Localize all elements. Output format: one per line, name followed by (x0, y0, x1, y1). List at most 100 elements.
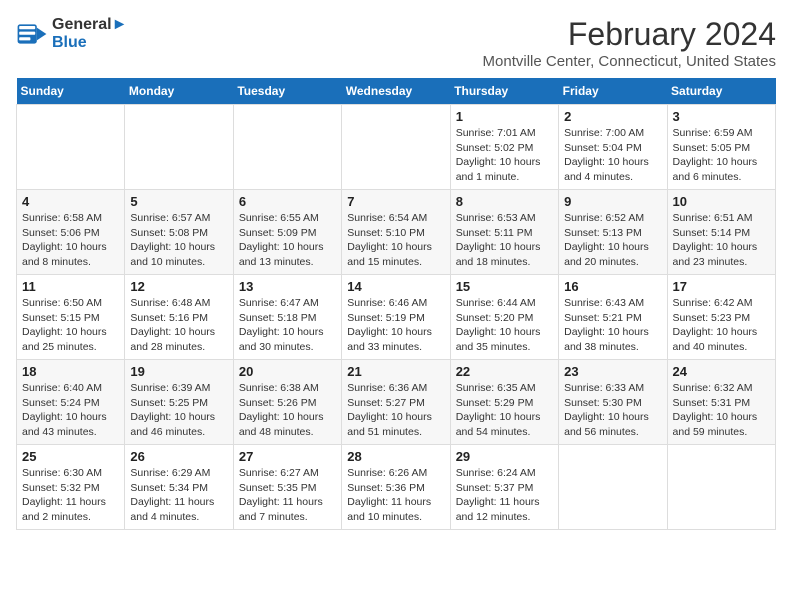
calendar-week-row: 4Sunrise: 6:58 AM Sunset: 5:06 PM Daylig… (17, 190, 776, 275)
calendar-cell: 3 Sunrise: 6:59 AM Sunset: 5:05 PM Daylig… (667, 105, 775, 190)
day-number: 27 (239, 449, 336, 464)
day-detail: Sunrise: 7:00 AM Sunset: 5:04 PM Dayligh… (564, 126, 661, 185)
day-detail: Sunrise: 6:32 AM Sunset: 5:31 PM Dayligh… (673, 381, 770, 440)
day-number: 10 (673, 194, 770, 209)
day-detail: Sunrise: 6:46 AM Sunset: 5:19 PM Dayligh… (347, 296, 444, 355)
day-number: 23 (564, 364, 661, 379)
day-detail: Sunrise: 6:59 AM Sunset: 5:05 PM Dayligh… (673, 126, 770, 185)
calendar-week-row: 18 Sunrise: 6:40 AM Sunset: 5:24 PM Dayli… (17, 360, 776, 445)
calendar-cell (559, 445, 667, 530)
calendar-week-row: 11Sunrise: 6:50 AM Sunset: 5:15 PM Dayli… (17, 275, 776, 360)
calendar-cell: 2 Sunrise: 7:00 AM Sunset: 5:04 PM Daylig… (559, 105, 667, 190)
calendar-cell: 19 Sunrise: 6:39 AM Sunset: 5:25 PM Dayli… (125, 360, 233, 445)
day-number: 5 (130, 194, 227, 209)
day-number: 8 (456, 194, 553, 209)
calendar-cell: 11Sunrise: 6:50 AM Sunset: 5:15 PM Dayli… (17, 275, 125, 360)
calendar-cell: 8 Sunrise: 6:53 AM Sunset: 5:11 PM Daylig… (450, 190, 558, 275)
day-number: 7 (347, 194, 444, 209)
day-detail: Sunrise: 6:38 AM Sunset: 5:26 PM Dayligh… (239, 381, 336, 440)
month-year-title: February 2024 (483, 16, 776, 53)
day-number: 26 (130, 449, 227, 464)
day-detail: Sunrise: 6:29 AM Sunset: 5:34 PM Dayligh… (130, 466, 227, 525)
day-detail: Sunrise: 6:54 AM Sunset: 5:10 PM Dayligh… (347, 211, 444, 270)
calendar-cell: 24 Sunrise: 6:32 AM Sunset: 5:31 PM Dayli… (667, 360, 775, 445)
day-number: 6 (239, 194, 336, 209)
weekday-header-saturday: Saturday (667, 78, 775, 105)
day-number: 3 (673, 109, 770, 124)
day-detail: Sunrise: 6:36 AM Sunset: 5:27 PM Dayligh… (347, 381, 444, 440)
calendar-cell: 23 Sunrise: 6:33 AM Sunset: 5:30 PM Dayli… (559, 360, 667, 445)
calendar-cell (233, 105, 341, 190)
weekday-header-tuesday: Tuesday (233, 78, 341, 105)
day-number: 15 (456, 279, 553, 294)
day-detail: Sunrise: 6:43 AM Sunset: 5:21 PM Dayligh… (564, 296, 661, 355)
day-detail: Sunrise: 6:39 AM Sunset: 5:25 PM Dayligh… (130, 381, 227, 440)
calendar-cell (17, 105, 125, 190)
day-detail: Sunrise: 6:55 AM Sunset: 5:09 PM Dayligh… (239, 211, 336, 270)
day-detail: Sunrise: 6:24 AM Sunset: 5:37 PM Dayligh… (456, 466, 553, 525)
calendar-cell: 26 Sunrise: 6:29 AM Sunset: 5:34 PM Dayli… (125, 445, 233, 530)
calendar-cell: 9 Sunrise: 6:52 AM Sunset: 5:13 PM Daylig… (559, 190, 667, 275)
day-detail: Sunrise: 6:40 AM Sunset: 5:24 PM Dayligh… (22, 381, 119, 440)
day-number: 14 (347, 279, 444, 294)
day-number: 13 (239, 279, 336, 294)
day-detail: Sunrise: 6:33 AM Sunset: 5:30 PM Dayligh… (564, 381, 661, 440)
location-subtitle: Montville Center, Connecticut, United St… (483, 53, 776, 70)
day-detail: Sunrise: 6:50 AM Sunset: 5:15 PM Dayligh… (22, 296, 119, 355)
day-detail: Sunrise: 6:48 AM Sunset: 5:16 PM Dayligh… (130, 296, 227, 355)
calendar-cell: 7 Sunrise: 6:54 AM Sunset: 5:10 PM Daylig… (342, 190, 450, 275)
calendar-week-row: 1Sunrise: 7:01 AM Sunset: 5:02 PM Daylig… (17, 105, 776, 190)
calendar-cell: 27 Sunrise: 6:27 AM Sunset: 5:35 PM Dayli… (233, 445, 341, 530)
day-detail: Sunrise: 7:01 AM Sunset: 5:02 PM Dayligh… (456, 126, 553, 185)
day-number: 17 (673, 279, 770, 294)
weekday-header-sunday: Sunday (17, 78, 125, 105)
weekday-header-row: SundayMondayTuesdayWednesdayThursdayFrid… (17, 78, 776, 105)
day-number: 24 (673, 364, 770, 379)
day-detail: Sunrise: 6:53 AM Sunset: 5:11 PM Dayligh… (456, 211, 553, 270)
day-number: 20 (239, 364, 336, 379)
calendar-cell (125, 105, 233, 190)
calendar-cell: 17 Sunrise: 6:42 AM Sunset: 5:23 PM Dayli… (667, 275, 775, 360)
day-detail: Sunrise: 6:51 AM Sunset: 5:14 PM Dayligh… (673, 211, 770, 270)
day-number: 25 (22, 449, 119, 464)
calendar-cell: 25 Sunrise: 6:30 AM Sunset: 5:32 PM Dayli… (17, 445, 125, 530)
day-detail: Sunrise: 6:47 AM Sunset: 5:18 PM Dayligh… (239, 296, 336, 355)
logo: General► Blue (16, 16, 127, 52)
calendar-cell: 6 Sunrise: 6:55 AM Sunset: 5:09 PM Daylig… (233, 190, 341, 275)
calendar-cell: 18 Sunrise: 6:40 AM Sunset: 5:24 PM Dayli… (17, 360, 125, 445)
weekday-header-friday: Friday (559, 78, 667, 105)
day-detail: Sunrise: 6:57 AM Sunset: 5:08 PM Dayligh… (130, 211, 227, 270)
day-detail: Sunrise: 6:52 AM Sunset: 5:13 PM Dayligh… (564, 211, 661, 270)
calendar-cell: 21Sunrise: 6:36 AM Sunset: 5:27 PM Dayli… (342, 360, 450, 445)
calendar-cell: 28Sunrise: 6:26 AM Sunset: 5:36 PM Dayli… (342, 445, 450, 530)
day-detail: Sunrise: 6:27 AM Sunset: 5:35 PM Dayligh… (239, 466, 336, 525)
title-area: February 2024 Montville Center, Connecti… (483, 16, 776, 70)
weekday-header-thursday: Thursday (450, 78, 558, 105)
day-detail: Sunrise: 6:42 AM Sunset: 5:23 PM Dayligh… (673, 296, 770, 355)
day-number: 18 (22, 364, 119, 379)
weekday-header-wednesday: Wednesday (342, 78, 450, 105)
day-detail: Sunrise: 6:30 AM Sunset: 5:32 PM Dayligh… (22, 466, 119, 525)
calendar-cell: 14 Sunrise: 6:46 AM Sunset: 5:19 PM Dayli… (342, 275, 450, 360)
weekday-header-monday: Monday (125, 78, 233, 105)
day-detail: Sunrise: 6:44 AM Sunset: 5:20 PM Dayligh… (456, 296, 553, 355)
calendar-cell: 1Sunrise: 7:01 AM Sunset: 5:02 PM Daylig… (450, 105, 558, 190)
calendar-cell: 4Sunrise: 6:58 AM Sunset: 5:06 PM Daylig… (17, 190, 125, 275)
day-number: 19 (130, 364, 227, 379)
calendar-cell (667, 445, 775, 530)
day-number: 9 (564, 194, 661, 209)
day-number: 16 (564, 279, 661, 294)
logo-icon (16, 18, 48, 50)
page-header: General► Blue February 2024 Montville Ce… (16, 16, 776, 70)
calendar-table: SundayMondayTuesdayWednesdayThursdayFrid… (16, 78, 776, 530)
day-detail: Sunrise: 6:26 AM Sunset: 5:36 PM Dayligh… (347, 466, 444, 525)
day-number: 22 (456, 364, 553, 379)
day-number: 29 (456, 449, 553, 464)
calendar-cell (342, 105, 450, 190)
day-number: 4 (22, 194, 119, 209)
day-number: 2 (564, 109, 661, 124)
calendar-cell: 12 Sunrise: 6:48 AM Sunset: 5:16 PM Dayli… (125, 275, 233, 360)
day-detail: Sunrise: 6:35 AM Sunset: 5:29 PM Dayligh… (456, 381, 553, 440)
day-number: 12 (130, 279, 227, 294)
calendar-cell: 29 Sunrise: 6:24 AM Sunset: 5:37 PM Dayli… (450, 445, 558, 530)
